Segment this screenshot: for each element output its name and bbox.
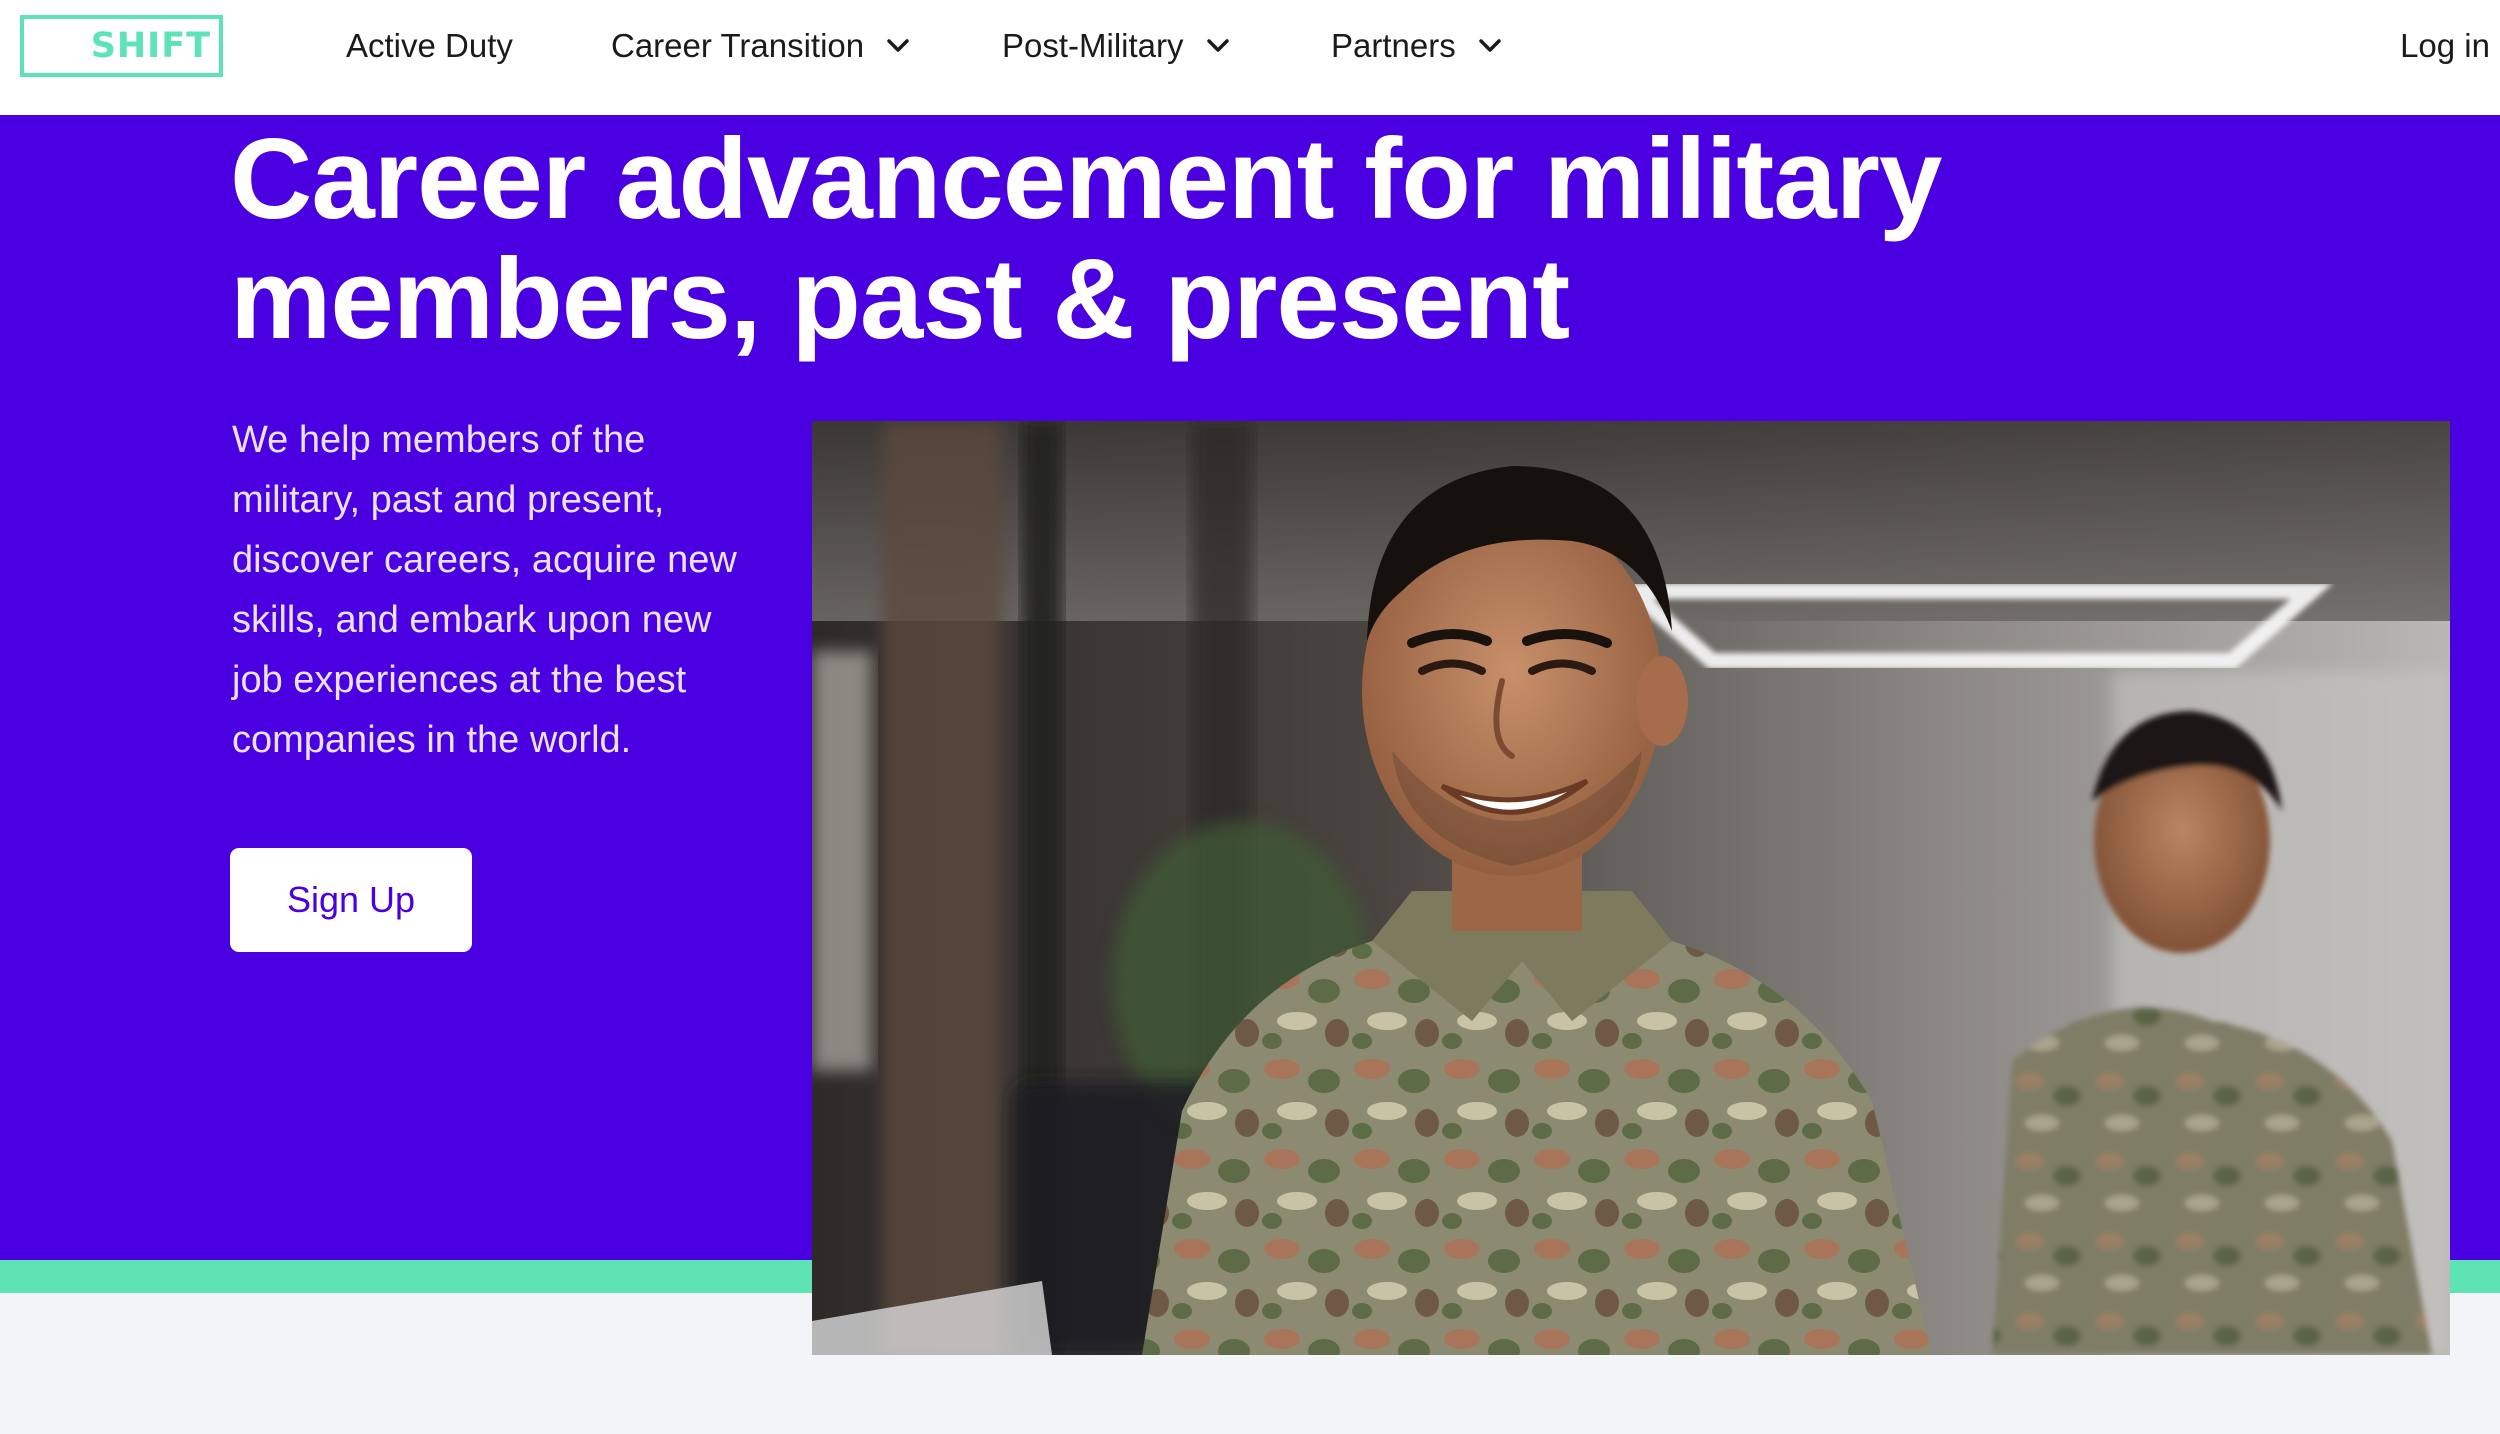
chevron-down-icon [886, 38, 910, 54]
hero-photo [812, 421, 2450, 1355]
nav-item-label: Active Duty [346, 27, 513, 64]
page-title: Career advancement for military members,… [230, 120, 2180, 360]
description-line: military, past and present, [232, 479, 665, 521]
description-line: We help members of the [232, 419, 646, 461]
nav-item-partners[interactable]: Partners [1331, 22, 1502, 70]
top-navigation: SHIFT Active Duty Career Transition Post… [0, 0, 2500, 115]
description-line: skills, and embark upon new [232, 599, 712, 641]
description-line: companies in the world. [232, 719, 632, 761]
nav-item-label: Partners [1331, 27, 1456, 64]
login-link[interactable]: Log in [2400, 22, 2490, 70]
headline-line: members, past & present [230, 236, 1570, 363]
sign-up-button[interactable]: Sign Up [230, 848, 472, 952]
chevron-down-icon [1478, 38, 1502, 54]
description-line: discover careers, acquire new [232, 539, 737, 581]
nav-item-career-transition[interactable]: Career Transition [611, 22, 910, 70]
headline-line: Career advancement for military [230, 116, 1942, 243]
logo-text: SHIFT [90, 26, 211, 66]
hero-description: We help members of the military, past an… [232, 410, 792, 770]
nav-item-label: Career Transition [611, 27, 865, 64]
nav-item-post-military[interactable]: Post-Military [1002, 22, 1230, 70]
shift-logo[interactable]: SHIFT [20, 15, 223, 77]
nav-item-label: Post-Military [1002, 27, 1184, 64]
description-line: job experiences at the best [232, 659, 687, 701]
chevron-down-icon [1206, 38, 1230, 54]
nav-item-active-duty[interactable]: Active Duty [346, 22, 513, 70]
